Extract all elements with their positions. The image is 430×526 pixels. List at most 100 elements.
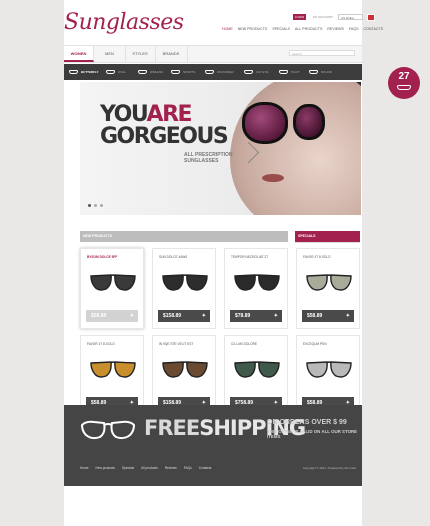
search-input[interactable]: Search [289,50,355,56]
nav-contacts[interactable]: CONTACTS [364,27,384,31]
free-word: FREE [144,416,200,440]
slider-dot[interactable] [100,204,103,207]
footer-link-reviews[interactable]: Reviews [165,466,177,470]
sunglasses-image[interactable] [306,271,352,293]
logo-first: Sun [64,10,106,35]
free-shipping-banner: FREESHIPPING ON ORDERS OVER $ 99 THIS OF… [64,405,362,486]
account-link[interactable]: MY ACCOUNT [313,14,333,20]
slider-dot[interactable] [88,204,91,207]
product-card[interactable]: FAVOR 4T 8 SOLO $58.89 ✦ [296,248,360,329]
style-label: BUTTERFLY [81,70,99,74]
sunglasses-image[interactable] [234,358,280,380]
footer-link-all-products[interactable]: All products [141,466,158,470]
cart-icon[interactable]: ✦ [202,310,206,322]
footer-link-new-products[interactable]: New products [96,466,116,470]
product-name[interactable]: FAVOR 4T 8 SOLO [303,255,331,259]
section-divider [295,242,360,243]
price-value: $78.89 [235,313,251,319]
glasses-icon [69,70,78,74]
badge-number: 27 [398,71,410,82]
sunglasses-image[interactable] [90,358,136,380]
product-name[interactable]: SUN DOLCE 4AW9 [159,255,187,259]
sunglasses-image[interactable] [234,271,280,293]
logo[interactable]: Sunglasses [64,10,184,35]
product-card[interactable]: CILLUM DOLORE $758.89 ✦ [224,335,288,416]
nav-faqs[interactable]: FAQS [349,27,359,31]
sunglasses-image[interactable] [90,271,136,293]
product-card[interactable]: BYSOM DOLCE 5FF $58.89 ✦ [80,248,144,329]
styles-bar: BUTTERFLY OVAL RIMLESS SPORTS WAYFARER C… [64,64,362,80]
style-label: WAYFARER [217,70,234,74]
glasses-icon [80,420,136,440]
glasses-icon [106,70,115,74]
slider-dot[interactable] [94,204,97,207]
product-card[interactable]: IN 9QE STE VELIT EST $158.89 ✦ [152,335,216,416]
glasses-icon [171,70,180,74]
sunglasses-image[interactable] [162,271,208,293]
style-round[interactable]: ROUND [309,64,332,80]
style-wayfarer[interactable]: WAYFARER [205,64,234,80]
nav-specials[interactable]: SPECIALS [272,27,290,31]
style-label: RIMLESS [150,70,164,74]
cart-icon[interactable]: ✦ [130,310,134,322]
cart-icon[interactable]: ✦ [274,310,278,322]
tab-men[interactable]: MEN [94,46,126,62]
product-name[interactable]: TEMPOR NECROLIAT 2T [231,255,268,259]
price-value: $58.89 [91,313,107,319]
product-name[interactable]: IN 9QE STE VELIT EST [159,342,193,346]
style-pilot[interactable]: PILOT [279,64,300,80]
style-label: OVAL [118,70,126,74]
product-name[interactable]: EXCEQUM PEN [303,342,327,346]
hero-subtitle: ALL PRESCRIPTION SUNGLASSES [184,152,244,164]
product-name[interactable]: BYSOM DOLCE 5FF [87,255,117,259]
style-butterfly[interactable]: BUTTERFLY [69,64,99,80]
style-cat-eye[interactable]: CAT EYE [244,64,269,80]
logo-rest: glasses [105,10,184,35]
tab-styles[interactable]: STYLES [125,46,156,62]
product-price[interactable]: $58.89 ✦ [86,310,138,322]
glasses-icon [138,70,147,74]
glasses-icon [309,70,318,74]
style-label: SPORTS [183,70,196,74]
currency-select[interactable]: US Dollar [338,14,363,20]
slider-dots [88,204,103,207]
login-button[interactable]: LOGIN [293,14,306,20]
style-rimless[interactable]: RIMLESS [138,64,163,80]
offer-note: THIS OFFER IS VALID ON ALL OUR STORE ITE… [267,429,358,439]
product-card[interactable]: FAVOR 4T 8 DOLO $58.89 ✦ [80,335,144,416]
tab-brands[interactable]: BRANDS [155,46,188,62]
footer-link-faqs[interactable]: FAQs [184,466,192,470]
tab-women[interactable]: WOMEN [64,46,94,62]
hero-slider[interactable]: YOUARE GORGEOUS ALL PRESCRIPTION SUNGLASS… [80,82,361,215]
hero-title-line1: YOUARE [100,104,193,126]
hero-subtitle-2: SUNGLASSES [184,158,219,164]
product-card[interactable]: TEMPOR NECROLIAT 2T $78.89 ✦ [224,248,288,329]
nav-all-products[interactable]: ALL PRODUCTS [295,27,322,31]
product-card[interactable]: SUN DOLCE 4AW9 $158.89 ✦ [152,248,216,329]
nav-reviews[interactable]: REVIEWS [327,27,344,31]
nav-new-products[interactable]: NEW PRODUCTS [238,27,268,31]
style-label: PILOT [291,70,300,74]
badge-27[interactable]: 27 [388,67,420,99]
section-specials: SPECIALS [295,231,360,242]
flag-icon[interactable] [367,14,375,21]
product-price[interactable]: $158.89 ✦ [158,310,210,322]
style-oval[interactable]: OVAL [106,64,126,80]
product-card[interactable]: EXCEQUM PEN $58.89 ✦ [296,335,360,416]
cart-icon[interactable]: ✦ [346,310,350,322]
footer-nav: Home New products Specials All products … [80,466,211,470]
hero-lens-left [242,102,288,144]
footer-link-home[interactable]: Home [80,466,89,470]
sunglasses-image[interactable] [162,358,208,380]
hero-lens-right [293,104,325,140]
footer-link-specials[interactable]: Specials [122,466,134,470]
product-name[interactable]: CILLUM DOLORE [231,342,257,346]
product-price[interactable]: $58.89 ✦ [302,310,354,322]
product-name[interactable]: FAVOR 4T 8 DOLO [87,342,115,346]
nav-home[interactable]: HOME [222,27,233,31]
product-price[interactable]: $78.89 ✦ [230,310,282,322]
sunglasses-image[interactable] [306,358,352,380]
style-sports[interactable]: SPORTS [171,64,195,80]
footer-link-contacts[interactable]: Contacts [199,466,212,470]
style-label: ROUND [321,70,332,74]
